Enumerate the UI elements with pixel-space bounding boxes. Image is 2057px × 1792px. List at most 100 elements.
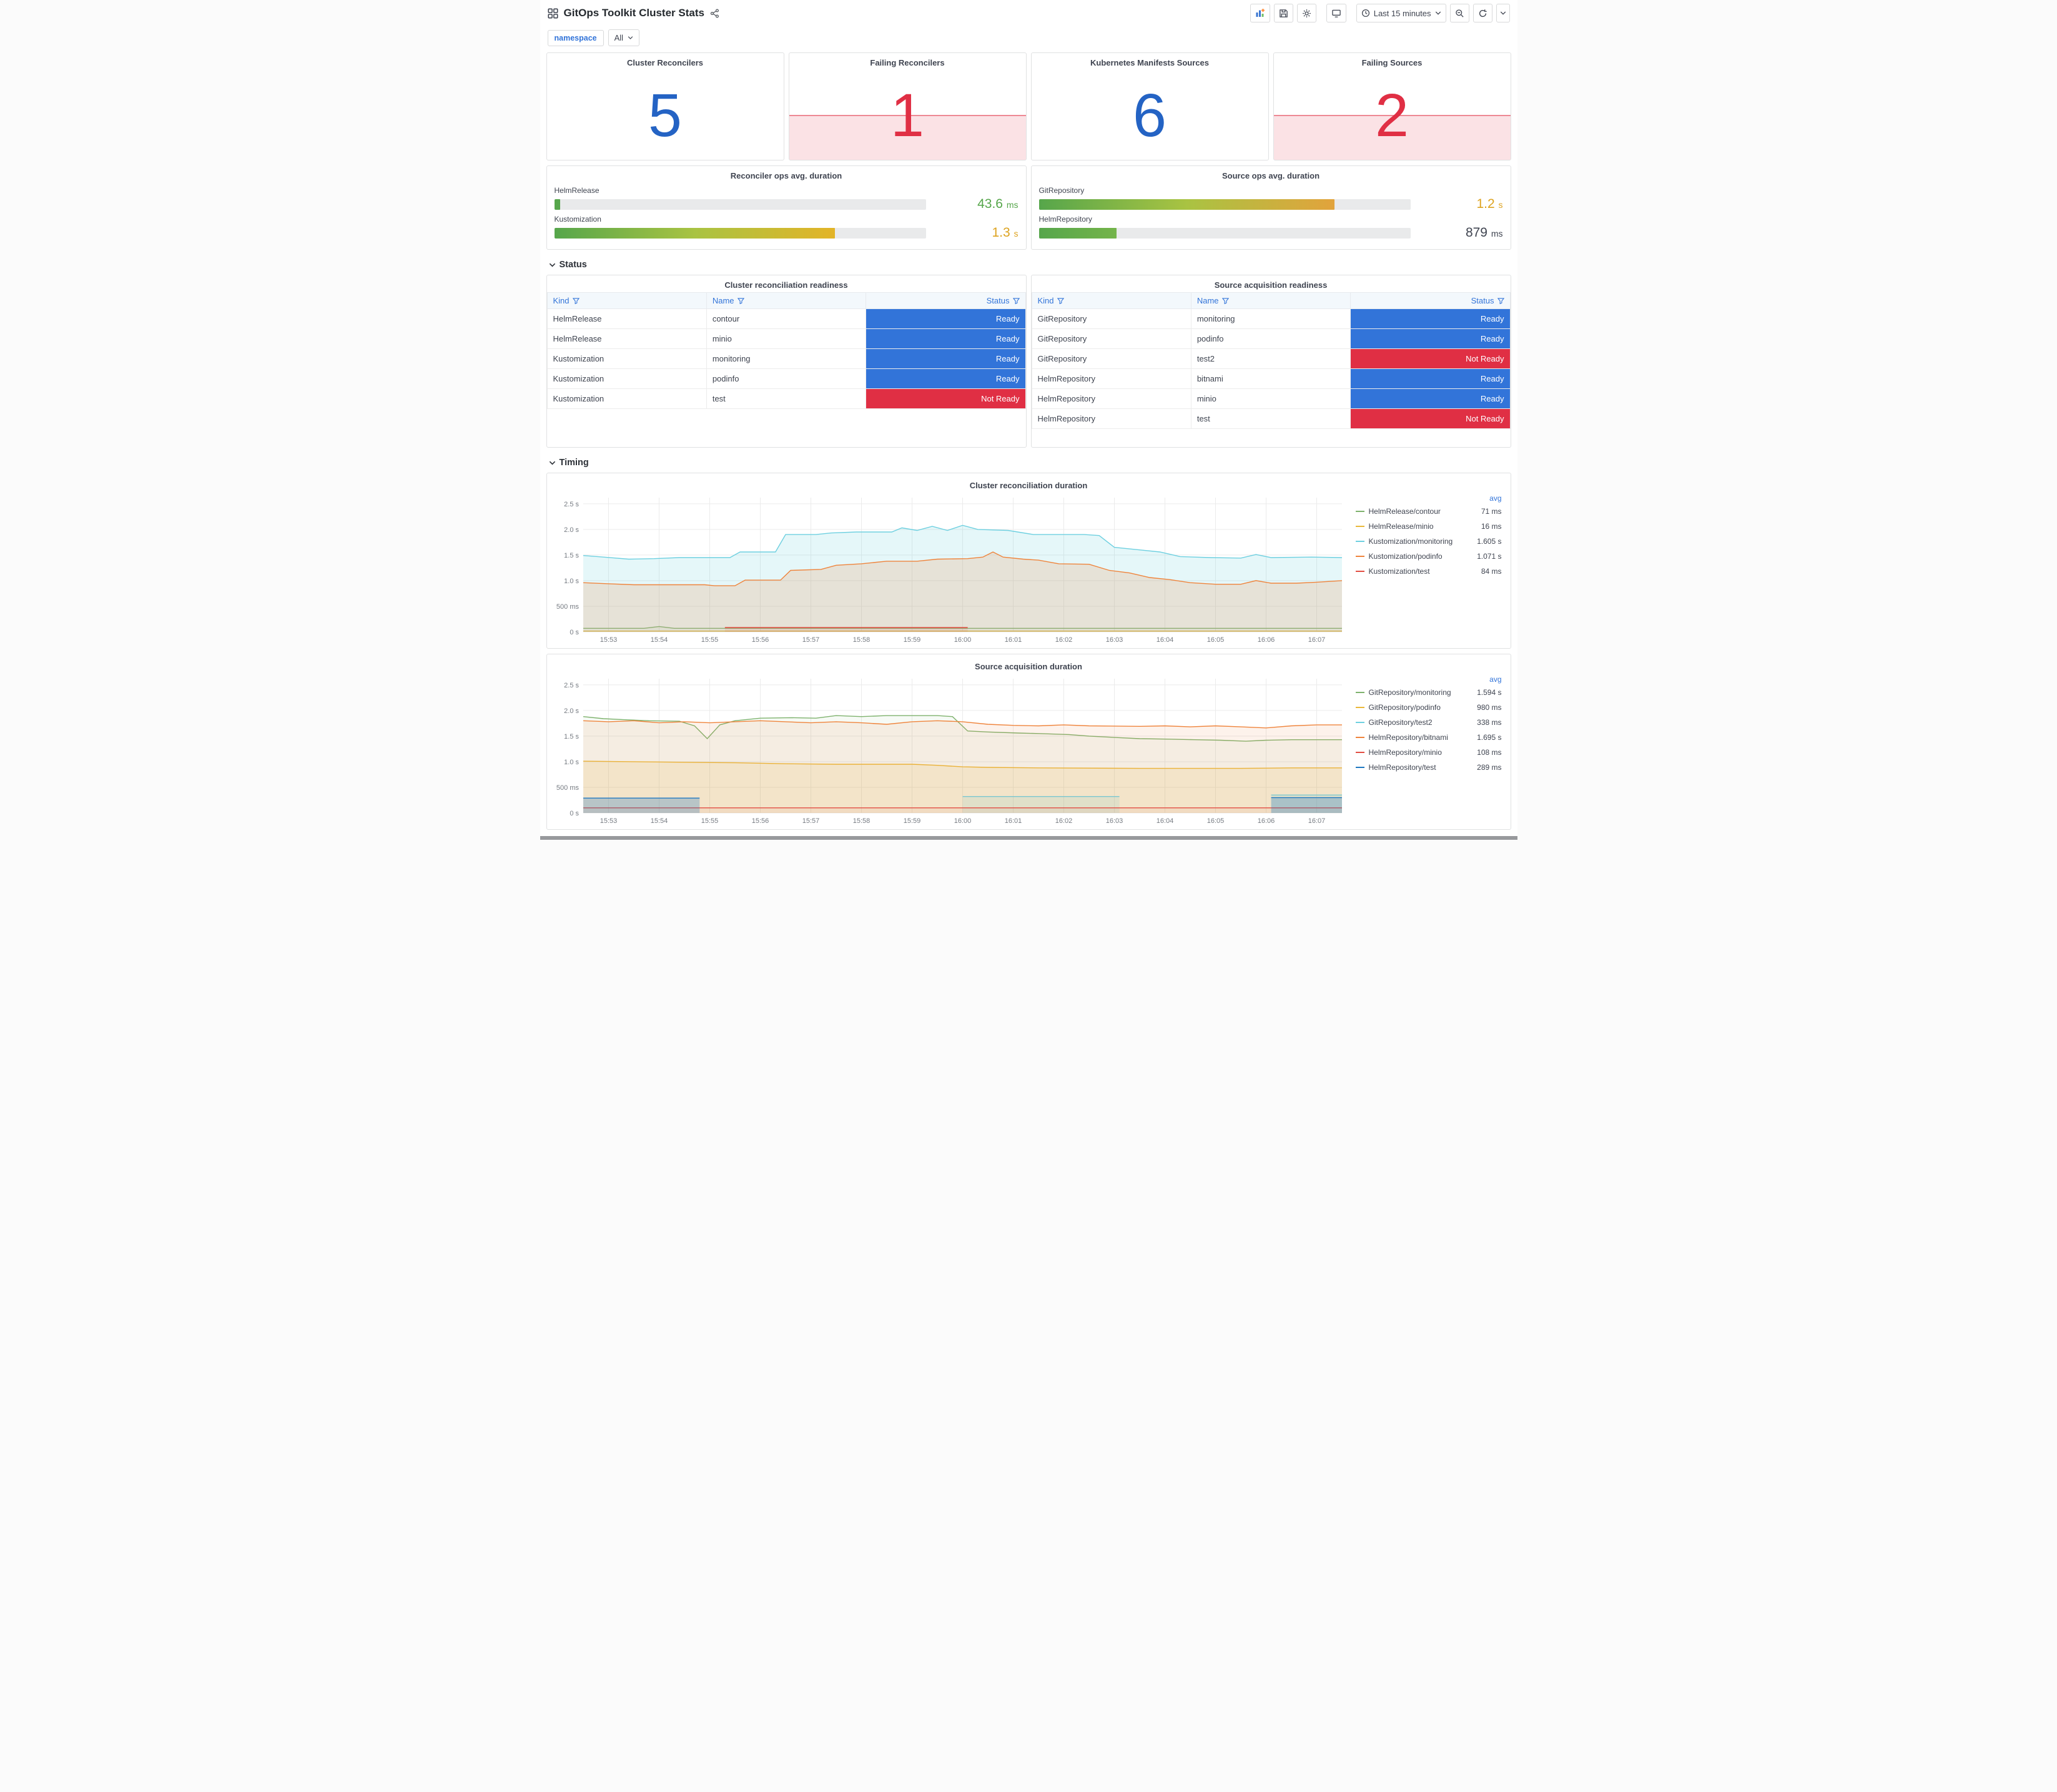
svg-text:1.5 s: 1.5 s bbox=[564, 733, 579, 741]
legend-value: 71 ms bbox=[1481, 507, 1502, 516]
legend-name[interactable]: HelmRepository/minio bbox=[1369, 748, 1468, 757]
readiness-table: Kind Name Status GitRepository monitoring… bbox=[1031, 292, 1511, 429]
zoom-out-button[interactable] bbox=[1449, 4, 1469, 22]
chevron-down-icon bbox=[1435, 11, 1441, 15]
filter-icon bbox=[737, 298, 744, 305]
table-row: Kustomization podinfo Ready bbox=[546, 368, 1026, 389]
col-kind[interactable]: Kind bbox=[546, 292, 707, 309]
svg-text:16:05: 16:05 bbox=[1206, 636, 1224, 644]
status-badge: Ready bbox=[866, 348, 1026, 369]
status-badge: Not Ready bbox=[1350, 348, 1511, 369]
svg-text:16:00: 16:00 bbox=[954, 636, 971, 644]
cell-name: podinfo bbox=[1190, 328, 1351, 349]
col-name[interactable]: Name bbox=[1190, 292, 1351, 309]
svg-text:1.5 s: 1.5 s bbox=[564, 552, 579, 559]
svg-text:15:56: 15:56 bbox=[751, 817, 769, 825]
clock-icon bbox=[1361, 9, 1369, 17]
stats-row: Cluster Reconcilers 5 Failing Reconciler… bbox=[546, 52, 1511, 160]
gauge-title: Source ops avg. duration bbox=[1221, 171, 1320, 180]
zoom-out-icon bbox=[1455, 9, 1464, 17]
legend-swatch bbox=[1355, 707, 1364, 708]
legend-row: HelmRelease/minio 16 ms bbox=[1355, 519, 1502, 534]
legend-value: 1.695 s bbox=[1477, 733, 1502, 742]
share-icon[interactable] bbox=[710, 8, 719, 18]
legend-name[interactable]: HelmRelease/contour bbox=[1369, 507, 1468, 516]
table-title: Cluster reconciliation readiness bbox=[724, 280, 848, 290]
legend-name[interactable]: GitRepository/test2 bbox=[1369, 718, 1468, 727]
status-badge: Ready bbox=[866, 328, 1026, 349]
legend-value: 84 ms bbox=[1481, 567, 1502, 576]
gauge-value: 1.3 s bbox=[992, 225, 1019, 240]
namespace-variable-value[interactable]: All bbox=[608, 29, 640, 46]
cell-kind: Kustomization bbox=[546, 368, 707, 389]
filter-icon bbox=[572, 298, 580, 305]
svg-text:15:54: 15:54 bbox=[650, 817, 668, 825]
gauge-label: GitRepository bbox=[1038, 186, 1085, 195]
legend-name[interactable]: Kustomization/podinfo bbox=[1369, 552, 1468, 561]
refresh-icon bbox=[1479, 9, 1487, 17]
gauge-track bbox=[554, 227, 926, 239]
status-badge: Ready bbox=[866, 308, 1026, 329]
save-button[interactable] bbox=[1273, 4, 1293, 22]
cell-name: minio bbox=[706, 328, 867, 349]
time-range-label: Last 15 minutes bbox=[1373, 8, 1431, 18]
gauge-fill bbox=[1038, 199, 1334, 210]
chart-title: Cluster reconciliation duration bbox=[969, 481, 1088, 490]
tv-mode-button[interactable] bbox=[1326, 4, 1346, 22]
legend-avg-header: avg bbox=[1489, 675, 1502, 684]
svg-text:15:57: 15:57 bbox=[802, 636, 819, 644]
col-kind[interactable]: Kind bbox=[1031, 292, 1191, 309]
legend-name[interactable]: HelmRepository/test bbox=[1369, 763, 1468, 772]
chart-plot[interactable]: 15:53 15:54 15:55 15:56 15:57 15:58 15:59 16:00… bbox=[552, 493, 1348, 646]
legend-name[interactable]: Kustomization/monitoring bbox=[1369, 537, 1468, 546]
legend-swatch bbox=[1355, 737, 1364, 738]
legend-value: 289 ms bbox=[1477, 763, 1502, 772]
stat-panel-failing-reconcilers: Failing Reconcilers 1 bbox=[788, 52, 1027, 160]
svg-text:16:00: 16:00 bbox=[954, 817, 971, 825]
section-status[interactable]: Status bbox=[549, 260, 1509, 270]
table-row: GitRepository podinfo Ready bbox=[1031, 328, 1511, 349]
legend-value: 1.605 s bbox=[1477, 537, 1502, 546]
namespace-variable-label: namespace bbox=[547, 29, 604, 46]
gauge-track bbox=[554, 199, 926, 210]
status-badge: Ready bbox=[1350, 368, 1511, 389]
filter-icon bbox=[1497, 298, 1504, 305]
add-panel-icon bbox=[1256, 9, 1265, 17]
legend-name[interactable]: GitRepository/podinfo bbox=[1369, 703, 1468, 712]
legend-name[interactable]: HelmRelease/minio bbox=[1369, 522, 1468, 531]
section-timing[interactable]: Timing bbox=[549, 458, 1509, 468]
col-status[interactable]: Status bbox=[1350, 292, 1511, 309]
section-timing-label: Timing bbox=[559, 458, 589, 468]
legend-name[interactable]: GitRepository/monitoring bbox=[1369, 688, 1468, 697]
gauge-row: 43.6 ms bbox=[554, 197, 1019, 212]
chart-plot[interactable]: 15:53 15:54 15:55 15:56 15:57 15:58 15:59 16:00… bbox=[552, 674, 1348, 827]
refresh-button[interactable] bbox=[1472, 4, 1492, 22]
svg-text:2.0 s: 2.0 s bbox=[564, 707, 579, 715]
col-status[interactable]: Status bbox=[866, 292, 1026, 309]
svg-text:15:53: 15:53 bbox=[599, 636, 617, 644]
svg-text:15:55: 15:55 bbox=[701, 817, 718, 825]
refresh-interval-dropdown[interactable] bbox=[1496, 4, 1510, 22]
svg-text:15:59: 15:59 bbox=[903, 636, 920, 644]
stat-value: 2 bbox=[1375, 81, 1409, 149]
table-row: Kustomization test Not Ready bbox=[546, 388, 1026, 409]
gauge-label: Kustomization bbox=[554, 215, 601, 224]
legend-swatch bbox=[1355, 767, 1364, 768]
settings-button[interactable] bbox=[1296, 4, 1316, 22]
legend-row: HelmRelease/contour 71 ms bbox=[1355, 504, 1502, 519]
add-panel-button[interactable] bbox=[1250, 4, 1270, 22]
col-name[interactable]: Name bbox=[706, 292, 867, 309]
legend-value: 980 ms bbox=[1477, 703, 1502, 712]
legend-name[interactable]: Kustomization/test bbox=[1369, 567, 1468, 576]
status-badge: Not Ready bbox=[1350, 408, 1511, 429]
table-row: HelmRepository test Not Ready bbox=[1031, 408, 1511, 429]
legend-value: 16 ms bbox=[1481, 522, 1502, 531]
legend-name[interactable]: HelmRepository/bitnami bbox=[1369, 733, 1468, 742]
cell-kind: GitRepository bbox=[1031, 348, 1191, 369]
stat-panel-manifest-sources: Kubernetes Manifests Sources 6 bbox=[1030, 52, 1269, 160]
svg-text:16:05: 16:05 bbox=[1206, 817, 1224, 825]
stat-value: 6 bbox=[1133, 81, 1167, 149]
dashboards-grid-icon[interactable] bbox=[547, 7, 558, 19]
time-picker[interactable]: Last 15 minutes bbox=[1356, 4, 1446, 22]
stat-value: 5 bbox=[648, 81, 682, 149]
